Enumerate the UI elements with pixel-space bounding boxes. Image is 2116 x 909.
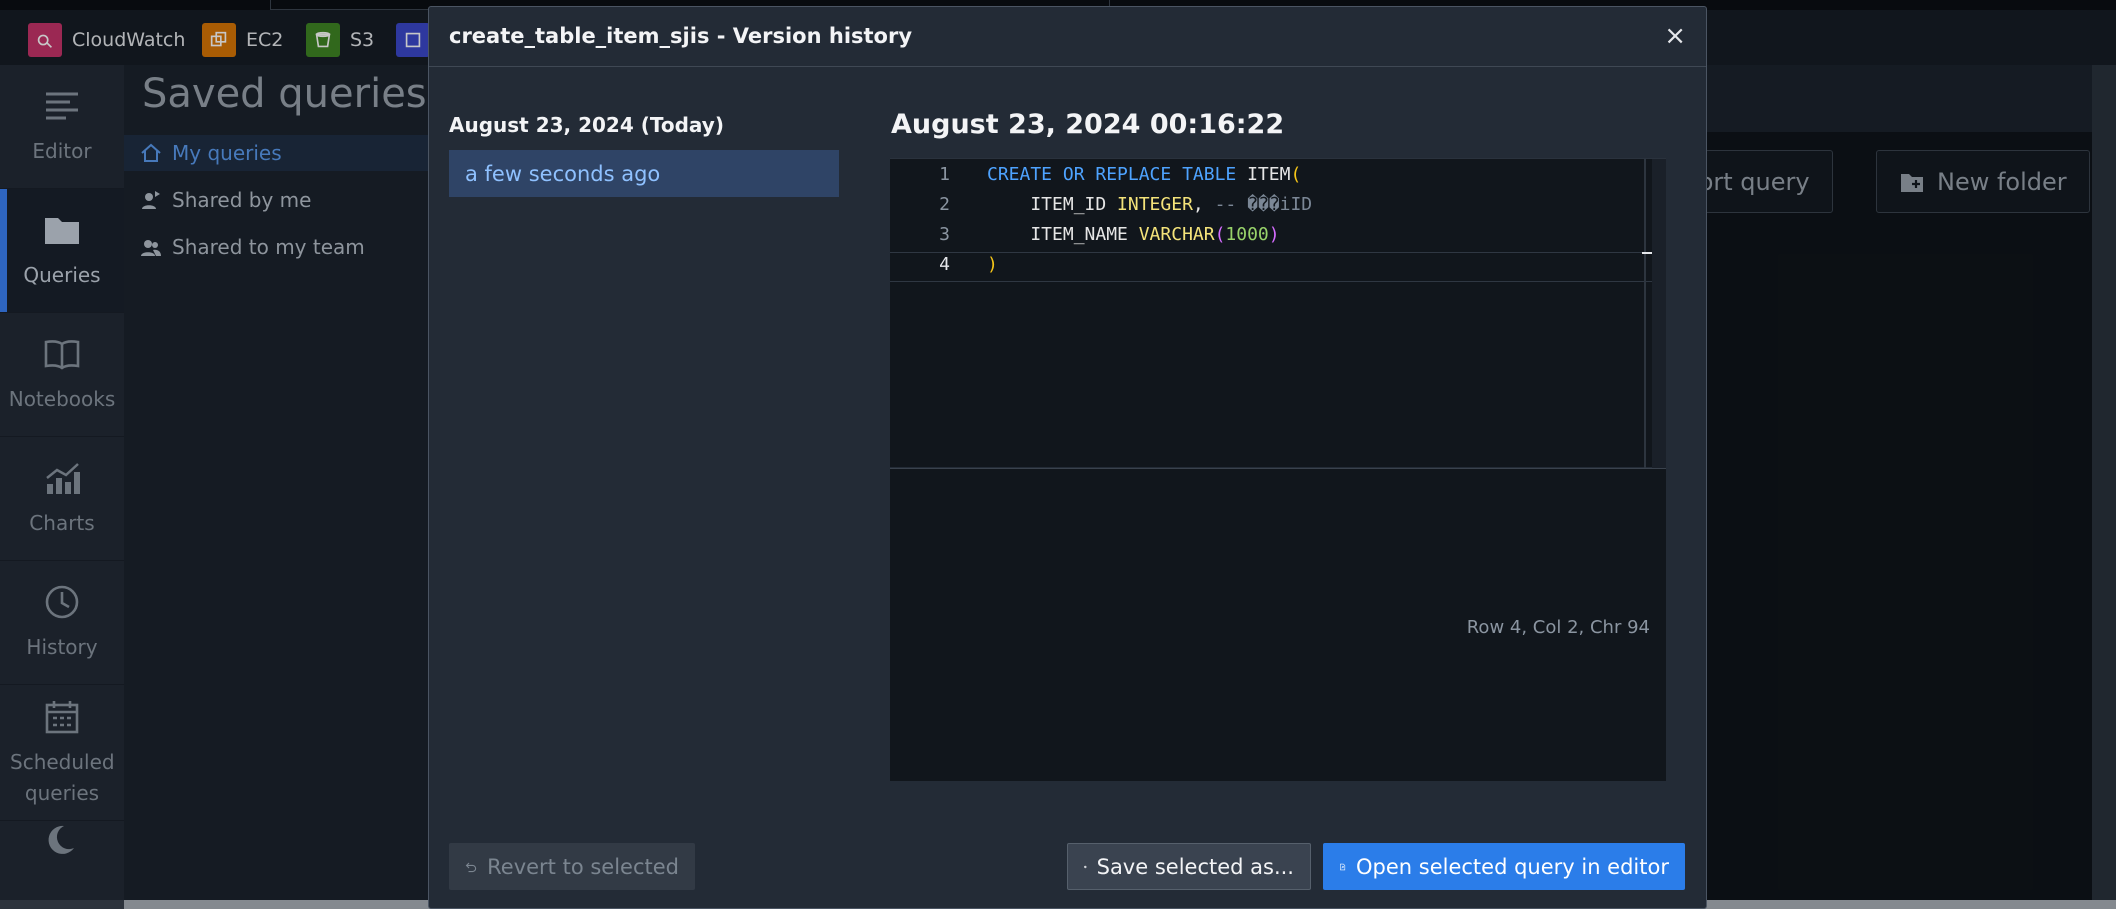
code-line: 1 CREATE OR REPLACE TABLE ITEM( [890, 160, 1650, 190]
version-list-item[interactable]: a few seconds ago [449, 150, 839, 197]
code-text: ) [987, 250, 998, 280]
code-token: CREATE OR REPLACE TABLE [987, 164, 1248, 185]
code-text: ITEM_ID INTEGER, -- ���iID [987, 190, 1312, 220]
code-token: ITEM_ID [987, 194, 1118, 215]
code-token: INTEGER [1117, 194, 1193, 215]
modal-title: create_table_item_sjis - Version history [449, 24, 913, 48]
editor-overview-ruler [1652, 159, 1666, 468]
editor-divider [1644, 159, 1646, 468]
open-label: Open selected query in editor [1355, 854, 1669, 879]
code-text: CREATE OR REPLACE TABLE ITEM( [987, 160, 1301, 190]
code-token: ( [1214, 224, 1226, 245]
open-file-icon [1340, 863, 1346, 870]
revert-to-selected-button[interactable]: Revert to selected [449, 843, 695, 890]
code-token: ITEM_NAME [987, 224, 1139, 245]
undo-icon [465, 862, 477, 872]
version-item-label: a few seconds ago [465, 161, 661, 186]
open-in-editor-button[interactable]: Open selected query in editor [1323, 843, 1685, 890]
line-number: 4 [939, 254, 950, 275]
code-token: ) [1268, 224, 1280, 245]
code-line: 2 ITEM_ID INTEGER, -- ���iID [890, 190, 1650, 220]
modal-header: create_table_item_sjis - Version history… [429, 7, 1706, 67]
code-line: 4) [890, 250, 1650, 280]
code-token: 1000 [1225, 224, 1269, 245]
code-token: ) [987, 254, 998, 275]
code-token: -- ���iID [1214, 194, 1313, 215]
cursor-position-status: Row 4, Col 2, Chr 94 [1466, 617, 1650, 638]
version-group-date: August 23, 2024 (Today) [449, 113, 724, 137]
line-number: 3 [939, 224, 950, 245]
code-token: , [1192, 194, 1215, 215]
editor-cursor-marker [1642, 252, 1652, 254]
line-number: 2 [939, 194, 950, 215]
save-selected-as-button[interactable]: Save selected as... [1067, 843, 1311, 890]
version-detail-date: August 23, 2024 00:16:22 [891, 109, 1285, 140]
close-icon[interactable]: × [1664, 21, 1686, 51]
code-token: ITEM [1247, 164, 1291, 185]
save-label: Save selected as... [1096, 854, 1294, 879]
editor-preview-pane: Row 4, Col 2, Chr 94 [890, 468, 1666, 781]
code-editor[interactable]: 1 CREATE OR REPLACE TABLE ITEM(2 ITEM_ID … [890, 158, 1666, 468]
code-text: ITEM_NAME VARCHAR(1000) [987, 220, 1280, 250]
check-circle-icon [1084, 865, 1087, 868]
revert-label: Revert to selected [487, 854, 679, 879]
code-token: VARCHAR [1138, 224, 1215, 245]
line-number: 1 [939, 164, 950, 185]
code-token: ( [1290, 164, 1302, 185]
version-history-modal: create_table_item_sjis - Version history… [428, 6, 1707, 909]
code-line: 3 ITEM_NAME VARCHAR(1000) [890, 220, 1650, 250]
